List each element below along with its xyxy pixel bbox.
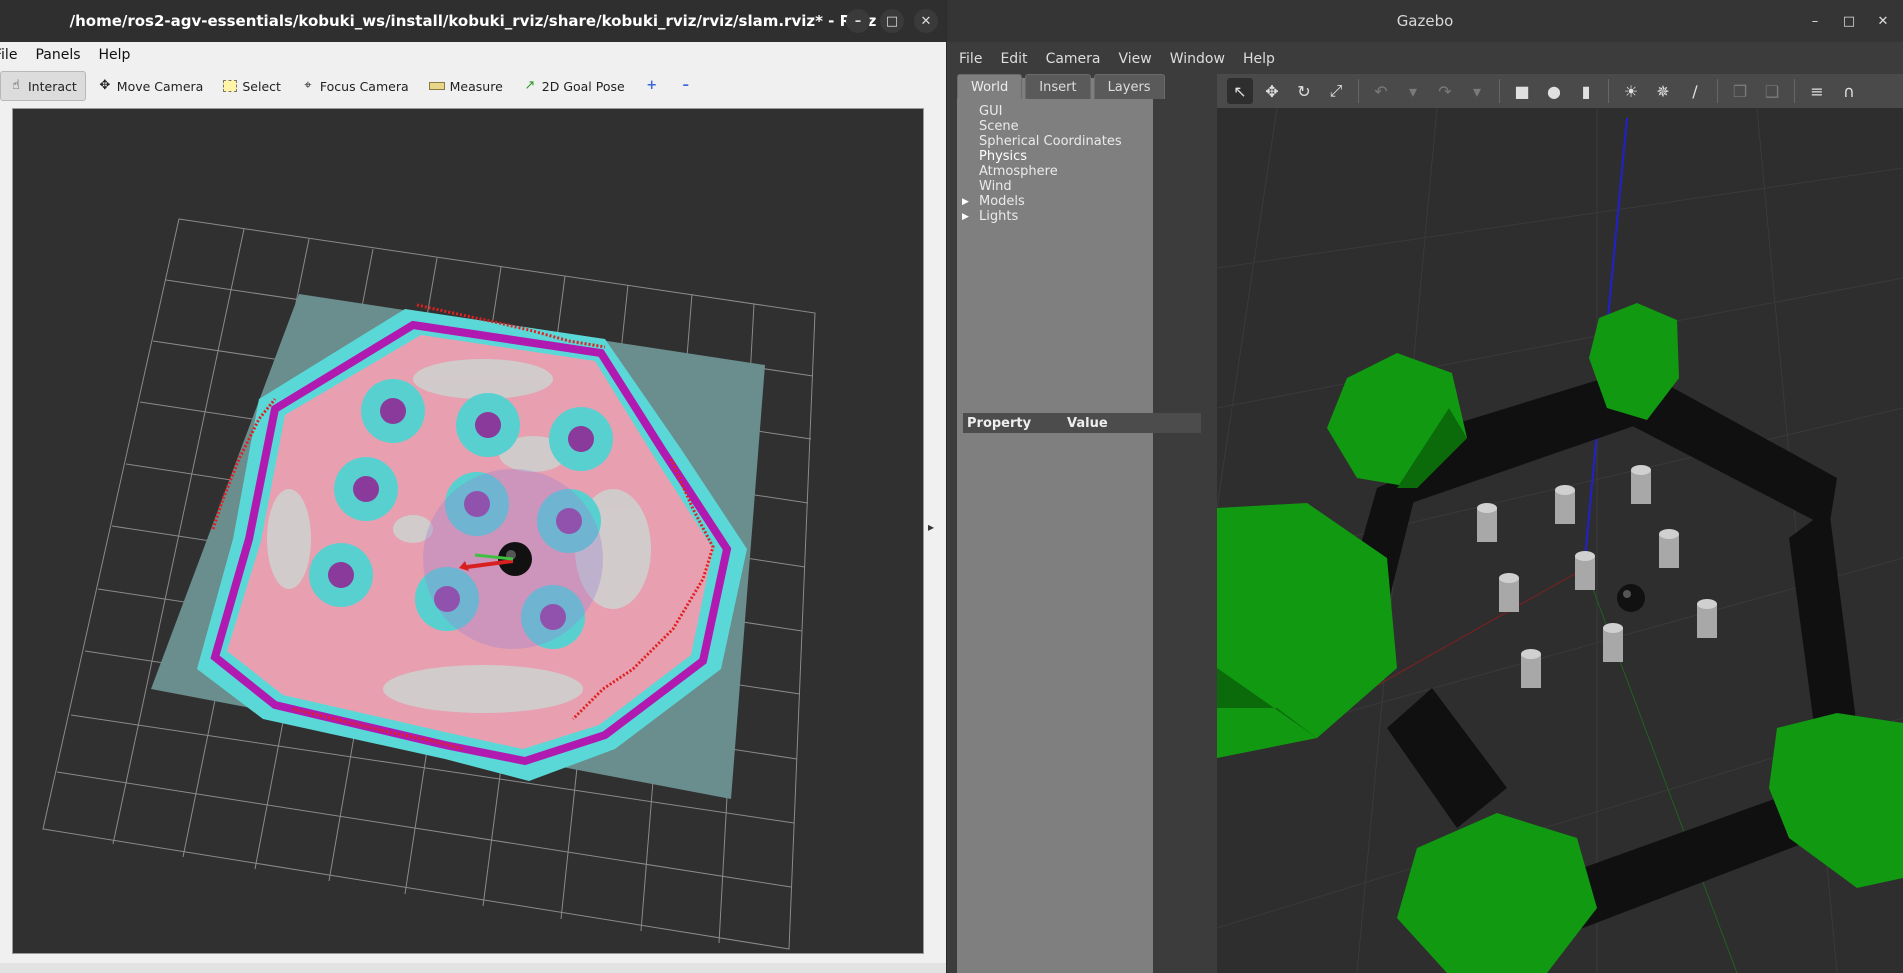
scale-mode-icon[interactable]: ⤢	[1323, 78, 1349, 104]
tool-focus-camera-button[interactable]: ⌖ Focus Camera	[293, 72, 417, 100]
world-panel-tabs: World Insert Layers	[957, 74, 1165, 99]
pillar	[1477, 503, 1497, 542]
gazebo-toolbar: ↖ ✥ ↻ ⤢ ↶ ▾ ↷ ▾ ■ ● ▮ ☀ ✵ ∕ ❐ ❑ ≡ ∩	[1217, 74, 1903, 108]
tree-item-wind[interactable]: Wind	[959, 179, 1122, 194]
align-icon[interactable]: ≡	[1804, 78, 1830, 104]
rviz-maximize-button[interactable]: □	[880, 9, 904, 33]
rviz-toolbar: ☝ Interact ✥ Move Camera Select ⌖ Focus …	[0, 68, 946, 104]
gazebo-menu-help[interactable]: Help	[1243, 51, 1275, 67]
rotate-mode-icon[interactable]: ↻	[1291, 78, 1317, 104]
tab-world[interactable]: World	[957, 74, 1023, 99]
focus-camera-icon: ⌖	[304, 78, 312, 93]
tree-item-lights[interactable]: Lights	[959, 209, 1122, 225]
property-column-header: Property	[967, 415, 1032, 431]
undo-history-icon[interactable]: ▾	[1400, 78, 1426, 104]
gazebo-menu-edit[interactable]: Edit	[1000, 51, 1027, 67]
add-tool-button[interactable]: +	[637, 72, 667, 100]
pillar	[1499, 573, 1519, 612]
undo-icon[interactable]: ↶	[1368, 78, 1394, 104]
translate-mode-icon[interactable]: ✥	[1259, 78, 1285, 104]
directional-light-icon[interactable]: ∕	[1682, 78, 1708, 104]
panel-collapse-handle[interactable]: ▸	[928, 520, 934, 534]
tree-item-scene[interactable]: Scene	[959, 119, 1122, 134]
tab-insert[interactable]: Insert	[1025, 74, 1091, 99]
rviz-window: /home/ros2-agv-essentials/kobuki_ws/inst…	[0, 0, 946, 973]
rviz-title-bar[interactable]: /home/ros2-agv-essentials/kobuki_ws/inst…	[0, 0, 946, 42]
rviz-close-button[interactable]: ✕	[914, 9, 938, 33]
tree-item-models[interactable]: Models	[959, 194, 1122, 210]
tree-item-spherical-coordinates[interactable]: Spherical Coordinates	[959, 134, 1122, 149]
pillar	[1697, 599, 1717, 638]
obstacle-ring	[361, 379, 425, 443]
redo-icon[interactable]: ↷	[1432, 78, 1458, 104]
cylinder-shape-icon[interactable]: ▮	[1573, 78, 1599, 104]
pillar	[1659, 529, 1679, 568]
move-camera-icon: ✥	[99, 78, 111, 93]
rviz-status-strip	[0, 963, 946, 973]
tree-item-gui[interactable]: GUI	[959, 104, 1122, 119]
gazebo-menu-file[interactable]: File	[959, 51, 982, 67]
rviz-menu-file[interactable]: File	[0, 47, 17, 63]
tool-2d-goal-pose-button[interactable]: ↗ 2D Goal Pose	[515, 72, 633, 100]
obstacle-ring	[309, 543, 373, 607]
gazebo-menu-camera[interactable]: Camera	[1046, 51, 1101, 67]
pillar	[1521, 649, 1541, 688]
pillar	[1555, 485, 1575, 524]
minus-icon: –	[682, 78, 689, 93]
property-table-header: Property Value	[963, 413, 1201, 433]
obstacle-ring	[549, 407, 613, 471]
tree-item-physics[interactable]: Physics	[959, 149, 1122, 164]
paste-icon[interactable]: ❑	[1759, 78, 1785, 104]
gazebo-minimize-button[interactable]: –	[1803, 9, 1827, 33]
tree-item-atmosphere[interactable]: Atmosphere	[959, 164, 1122, 179]
plus-icon: +	[646, 78, 658, 93]
rviz-title: /home/ros2-agv-essentials/kobuki_ws/inst…	[69, 12, 877, 30]
value-column-header: Value	[1067, 415, 1108, 431]
snap-icon[interactable]: ∩	[1836, 78, 1862, 104]
tool-select-button[interactable]: Select	[215, 72, 289, 100]
hand-icon: ☝	[12, 78, 20, 93]
kobuki-robot[interactable]	[1617, 584, 1645, 612]
goal-pose-icon: ↗	[524, 78, 536, 93]
copy-icon[interactable]: ❐	[1727, 78, 1753, 104]
pillar	[1603, 623, 1623, 662]
rviz-scene	[42, 218, 816, 950]
rviz-menu-bar: File Panels Help	[0, 42, 946, 68]
pillar	[1631, 465, 1651, 504]
remove-tool-button[interactable]: –	[671, 72, 701, 100]
obstacle-ring	[456, 393, 520, 457]
gazebo-title-bar[interactable]: Gazebo – □ ✕	[947, 0, 1903, 42]
point-light-icon[interactable]: ☀	[1618, 78, 1644, 104]
obstacle-ring	[334, 457, 398, 521]
spot-light-icon[interactable]: ✵	[1650, 78, 1676, 104]
box-shape-icon[interactable]: ■	[1509, 78, 1535, 104]
world-tree: GUI Scene Spherical Coordinates Physics …	[959, 104, 1122, 225]
green-obstacle	[1769, 713, 1903, 888]
green-obstacle	[1397, 813, 1597, 973]
rviz-3d-viewport[interactable]	[12, 108, 924, 954]
tool-measure-button[interactable]: Measure	[421, 72, 511, 100]
select-mode-icon[interactable]: ↖	[1227, 78, 1253, 104]
gazebo-3d-scene[interactable]	[1216, 107, 1903, 973]
gazebo-menu-bar: File Edit Camera View Window Help	[947, 42, 1903, 76]
tool-move-camera-button[interactable]: ✥ Move Camera	[90, 72, 212, 100]
rviz-menu-panels[interactable]: Panels	[35, 47, 80, 63]
select-icon	[223, 80, 238, 92]
gazebo-menu-view[interactable]: View	[1119, 51, 1152, 67]
tool-interact-button[interactable]: ☝ Interact	[0, 71, 86, 101]
rviz-menu-help[interactable]: Help	[99, 47, 131, 63]
ruler-icon	[428, 82, 445, 90]
gazebo-menu-window[interactable]: Window	[1170, 51, 1225, 67]
tab-layers[interactable]: Layers	[1093, 74, 1165, 99]
gazebo-scene-render	[1216, 107, 1903, 973]
rviz-minimize-button[interactable]: –	[846, 9, 870, 33]
gazebo-close-button[interactable]: ✕	[1871, 9, 1895, 33]
pillar	[1575, 551, 1595, 590]
gazebo-maximize-button[interactable]: □	[1837, 9, 1861, 33]
gazebo-title: Gazebo	[1396, 12, 1454, 30]
redo-history-icon[interactable]: ▾	[1464, 78, 1490, 104]
sphere-shape-icon[interactable]: ●	[1541, 78, 1567, 104]
gazebo-window: Gazebo – □ ✕ File Edit Camera View Windo…	[947, 0, 1903, 973]
